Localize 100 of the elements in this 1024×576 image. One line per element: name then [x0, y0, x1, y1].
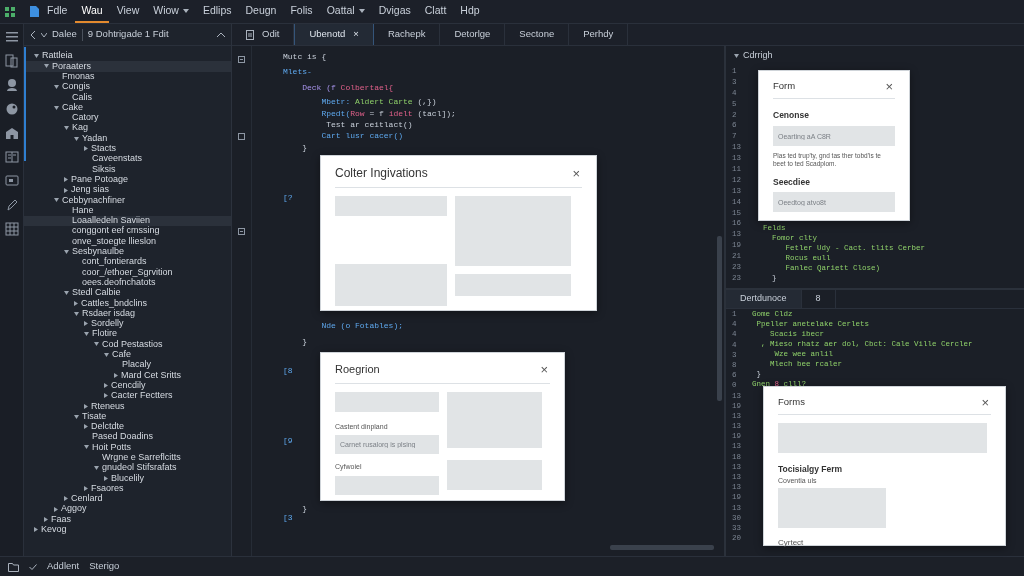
tree-item[interactable]: Kevog: [24, 524, 231, 535]
person-icon[interactable]: [4, 78, 19, 92]
menu-item[interactable]: Fdle: [41, 0, 74, 23]
editor-tab[interactable]: Detorlge: [440, 24, 506, 45]
dialog-title: Forms: [778, 395, 805, 409]
editor-tab[interactable]: Perhdy: [569, 24, 629, 45]
tree-item[interactable]: Wrgne e Sarreflcitts: [24, 452, 231, 463]
breadcrumb[interactable]: Dalee: [52, 27, 77, 42]
status-text[interactable]: Sterigo: [89, 559, 120, 574]
tree-item[interactable]: Sesbynaulbe: [24, 246, 231, 257]
pencil-icon[interactable]: [4, 198, 19, 212]
tree-item[interactable]: Placaly: [24, 359, 231, 371]
editor-tab[interactable]: Sectone: [505, 24, 570, 45]
tree-item[interactable]: Fmonas: [24, 71, 231, 82]
caret-down-icon[interactable]: [734, 54, 739, 58]
tree-item[interactable]: Rteneus: [24, 401, 231, 412]
close-button[interactable]: ×: [538, 362, 550, 376]
book-icon[interactable]: [4, 150, 19, 164]
tree-item[interactable]: Cattles_bndclins: [24, 298, 231, 309]
caret-down-icon: [84, 445, 89, 450]
menu-item[interactable]: Edlips: [196, 0, 238, 23]
check-icon[interactable]: [29, 563, 37, 570]
status-text[interactable]: Addlent: [47, 559, 80, 574]
menu-item[interactable]: Deugn: [239, 0, 283, 23]
monitor-icon[interactable]: [4, 174, 19, 188]
tree-item[interactable]: Fsaores: [24, 483, 231, 494]
tree-item[interactable]: Mard Cet Sritts: [24, 370, 231, 381]
tree-item[interactable]: Siksis: [24, 164, 231, 175]
back-icon[interactable]: [30, 30, 36, 39]
tree-item[interactable]: coor_/ethoer_Sgrvition: [24, 267, 231, 278]
panel-tab[interactable]: Dertdunoce: [726, 290, 802, 308]
tree-item[interactable]: Pane Potoage: [24, 174, 231, 185]
fold-icon[interactable]: [238, 56, 245, 63]
scroll-thumb[interactable]: [717, 236, 722, 401]
tree-item[interactable]: Caveenstats: [24, 153, 231, 165]
tree-item[interactable]: Cod Pestastios: [24, 339, 231, 350]
folder-icon[interactable]: [8, 561, 19, 572]
scroll-thumb[interactable]: [610, 545, 714, 550]
tree-item[interactable]: onve_stoegte llieslon: [24, 236, 231, 247]
tree-item[interactable]: Rattleia: [24, 51, 231, 62]
tree-item[interactable]: Loaalledeln Saviien: [24, 215, 231, 227]
close-button[interactable]: ×: [353, 27, 359, 42]
menu-icon[interactable]: [4, 30, 19, 44]
close-button[interactable]: ×: [570, 166, 582, 180]
collapse-icon[interactable]: [217, 32, 225, 37]
tree-item[interactable]: Congis: [24, 81, 231, 93]
menu-item[interactable]: View: [110, 0, 146, 23]
tree-item[interactable]: Catory: [24, 112, 231, 124]
file-icon[interactable]: [30, 6, 39, 17]
fold-icon[interactable]: [238, 228, 245, 235]
menu-item[interactable]: Oattal: [320, 0, 371, 23]
tree-item[interactable]: Cafe: [24, 349, 231, 360]
editor-tab[interactable]: Ubenotd ×: [294, 24, 374, 45]
field-label: Cyrtect: [778, 537, 805, 549]
menu-item[interactable]: Clatt: [418, 0, 453, 23]
tree-item[interactable]: Sordelly: [24, 318, 231, 329]
menu-item[interactable]: Dvigas: [372, 0, 417, 23]
input-field[interactable]: [335, 475, 439, 495]
tree-item[interactable]: Delctdte: [24, 421, 231, 432]
tree-item[interactable]: Cake: [24, 102, 231, 113]
caret-right-icon: [84, 403, 88, 409]
tree-item[interactable]: Stedl Calbie: [24, 287, 231, 299]
tree-item[interactable]: Flotire: [24, 329, 231, 340]
tree-item[interactable]: Hane: [24, 205, 231, 216]
tree-item[interactable]: cont_fontierards: [24, 256, 231, 268]
house-icon[interactable]: [4, 126, 19, 140]
tree-item[interactable]: Hoit Potts: [24, 442, 231, 453]
tree-item[interactable]: Stacts: [24, 143, 231, 154]
tree-item[interactable]: Cacter Fectters: [24, 390, 231, 402]
menu-item[interactable]: Wiow: [147, 0, 195, 23]
panel-tab[interactable]: 8: [801, 290, 836, 308]
menu-item[interactable]: Folis: [284, 0, 319, 23]
close-button[interactable]: ×: [979, 395, 991, 409]
tree-item[interactable]: Rsdaer isdag: [24, 308, 231, 319]
tree-item[interactable]: Faas: [24, 514, 231, 525]
tree-item[interactable]: Cenlard: [24, 493, 231, 505]
close-button[interactable]: ×: [883, 79, 895, 93]
menu-item[interactable]: Hdp: [454, 0, 486, 23]
tree-item[interactable]: Cebbynachfiner: [24, 195, 231, 206]
grid-icon[interactable]: [4, 222, 19, 236]
tree-item[interactable]: oees.deofnchatots: [24, 277, 231, 288]
tree-item[interactable]: Calis: [24, 92, 231, 103]
tree-item[interactable]: Yadan: [24, 133, 231, 144]
grid-icon[interactable]: [4, 5, 16, 18]
tree-item[interactable]: Jeng sias: [24, 184, 231, 196]
editor-tab[interactable]: Rachepk: [373, 24, 441, 45]
caret-down-icon[interactable]: [41, 31, 47, 38]
documents-icon[interactable]: [4, 54, 19, 68]
dialog-title: Form: [773, 79, 796, 93]
tree-item[interactable]: Poraaters: [24, 61, 231, 72]
tree-item[interactable]: Kag: [24, 123, 231, 134]
tree-item[interactable]: Cencdily: [24, 380, 231, 391]
code-line: Test ar ceitlact(): [325, 118, 413, 130]
fold-icon[interactable]: [238, 133, 245, 140]
tree-item[interactable]: Pased Doadins: [24, 432, 231, 443]
tree-item[interactable]: Blucelily: [24, 473, 231, 484]
tree-item[interactable]: Aggoy: [24, 504, 231, 515]
tree-item[interactable]: Tisate: [24, 411, 231, 422]
tree-item[interactable]: gnudeol Stifsrafats: [24, 462, 231, 474]
tree-item[interactable]: conggont eef cmssing: [24, 226, 231, 237]
